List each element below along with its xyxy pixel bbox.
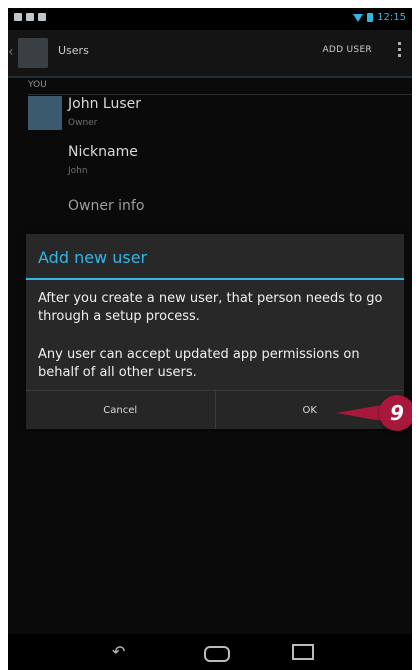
nickname-value: John: [68, 166, 88, 176]
page-title: Users: [58, 44, 89, 57]
status-bar: 12:15: [8, 8, 412, 30]
notification-icon: [14, 13, 22, 21]
settings-app-icon[interactable]: [18, 38, 48, 68]
device-screen: 12:15 ‹ Users ADD USER YOU John Luser Ow…: [8, 8, 412, 670]
dialog-title: Add new user: [38, 248, 148, 267]
add-user-button[interactable]: ADD USER: [322, 45, 372, 55]
nickname-label[interactable]: Nickname: [68, 144, 138, 160]
owner-role: Owner: [68, 118, 98, 128]
status-time: 12:15: [377, 12, 406, 23]
action-bar: ‹ Users ADD USER: [8, 30, 412, 78]
wifi-icon: [353, 13, 364, 22]
overflow-menu-icon[interactable]: [398, 42, 402, 57]
notification-icon: [38, 13, 46, 21]
home-nav-icon[interactable]: [204, 646, 230, 662]
dialog-message-1: After you create a new user, that person…: [38, 291, 383, 324]
callout-pointer: [336, 405, 382, 421]
notification-icons: [14, 13, 46, 21]
step-callout: 9: [379, 395, 412, 431]
owner-info-item[interactable]: Owner info: [68, 198, 144, 214]
dialog-divider: [26, 278, 404, 280]
dialog-message-2: Any user can accept updated app permissi…: [38, 347, 360, 380]
add-user-dialog: Add new user After you create a new user…: [26, 234, 404, 429]
back-nav-icon[interactable]: ↶: [112, 642, 125, 661]
status-indicators: 12:15: [353, 12, 406, 23]
navigation-bar: ↶: [8, 634, 412, 670]
avatar: [28, 96, 62, 130]
notification-icon: [26, 13, 34, 21]
up-caret-icon[interactable]: ‹: [8, 44, 14, 60]
section-header-you: YOU: [28, 76, 412, 95]
owner-name[interactable]: John Luser: [68, 96, 141, 112]
cancel-button[interactable]: Cancel: [26, 391, 215, 429]
recents-nav-icon[interactable]: [292, 644, 314, 660]
battery-icon: [367, 13, 374, 22]
